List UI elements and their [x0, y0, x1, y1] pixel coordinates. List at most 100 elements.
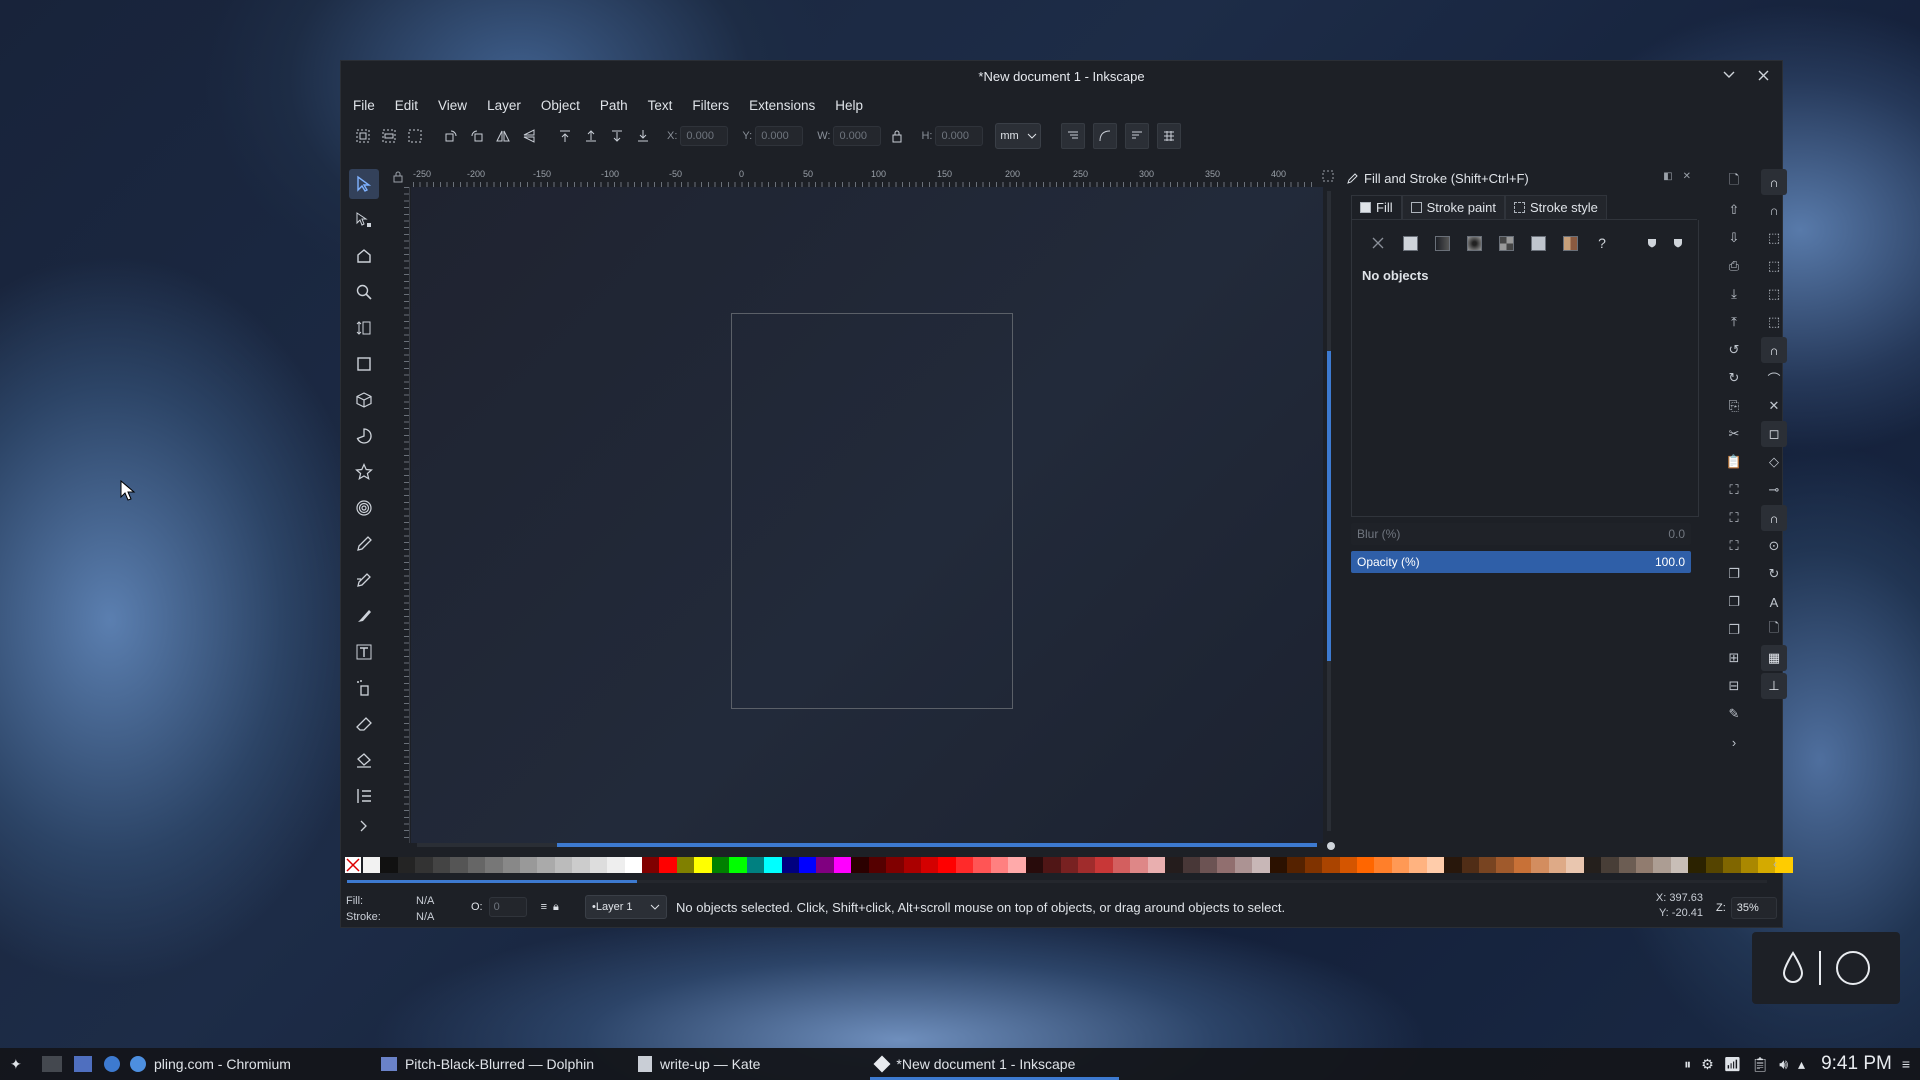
palette-swatch[interactable] [519, 857, 538, 873]
task-chromium[interactable]: pling.com - Chromium [130, 1048, 291, 1080]
flip-vertical-icon[interactable] [519, 126, 539, 146]
palette-swatch[interactable] [1008, 857, 1026, 873]
palette-swatch[interactable] [572, 857, 590, 873]
spray-tool[interactable] [349, 673, 379, 703]
snap-smooth-button[interactable]: ◇ [1761, 449, 1787, 475]
volume-icon[interactable]: 🔊︎ [1779, 1056, 1788, 1073]
measure-tool[interactable] [349, 313, 379, 343]
palette-swatch[interactable] [764, 857, 782, 873]
palette-swatch[interactable] [729, 857, 747, 873]
x-field[interactable]: X: 0.000 [667, 126, 729, 146]
palette-swatch[interactable] [467, 857, 486, 873]
palette-swatch[interactable] [833, 857, 852, 873]
palette-swatch[interactable] [1147, 857, 1166, 873]
edit-button[interactable]: ✎ [1721, 701, 1747, 727]
palette-swatch[interactable] [1269, 857, 1288, 873]
no-paint-button[interactable] [1366, 232, 1390, 254]
open-file-button[interactable]: ⇧ [1721, 197, 1747, 223]
snap-grid-button[interactable]: ▦ [1761, 645, 1787, 671]
eraser-tool[interactable] [349, 709, 379, 739]
palette-swatch[interactable] [711, 857, 730, 873]
snap-page-border-button[interactable]: 🗋 [1761, 617, 1787, 643]
zoom-field[interactable]: Z: 35% [1716, 897, 1777, 919]
palette-swatch[interactable] [1653, 857, 1671, 873]
snap-guide-button[interactable]: ⊥ [1761, 673, 1787, 699]
fill-rule-nonzero-button[interactable] [1666, 232, 1690, 254]
palette-swatch[interactable] [1705, 857, 1724, 873]
palette-swatch[interactable] [1234, 857, 1253, 873]
text-tool[interactable] [349, 637, 379, 667]
swatch-button[interactable] [1558, 232, 1582, 254]
flat-color-button[interactable] [1398, 232, 1422, 254]
palette-swatch[interactable] [432, 857, 451, 873]
palette-swatch[interactable] [1287, 857, 1305, 873]
terminal-launcher-icon[interactable] [42, 1056, 62, 1072]
canvas-corner-indicator[interactable] [1327, 842, 1335, 850]
palette-swatch[interactable] [1077, 857, 1096, 873]
palette-swatch[interactable] [1496, 857, 1514, 873]
browser-launcher-icon[interactable] [104, 1056, 120, 1072]
snap-bbox-corner-button[interactable]: ⬚ [1761, 253, 1787, 279]
panel-header[interactable]: Fill and Stroke (Shift+Ctrl+F) ◧ ✕ [1347, 167, 1699, 189]
selector-tool[interactable] [349, 169, 379, 199]
menu-path[interactable]: Path [600, 98, 628, 113]
y-field[interactable]: Y: 0.000 [742, 126, 804, 146]
scale-corners-button[interactable] [1093, 123, 1118, 149]
palette-swatch[interactable] [1322, 857, 1340, 873]
panel-settings-icon[interactable]: ≡ [1902, 1056, 1910, 1072]
snap-bbox-center-button[interactable]: ⬚ [1761, 309, 1787, 335]
vertical-ruler[interactable] [391, 187, 410, 843]
zoom-fit-icon[interactable] [1321, 169, 1335, 186]
palette-swatch[interactable] [694, 857, 712, 873]
palette-swatch[interactable] [1479, 857, 1497, 873]
print-button[interactable]: ⎙ [1721, 253, 1747, 279]
palette-swatch[interactable] [1217, 857, 1235, 873]
lower-to-bottom-icon[interactable] [633, 126, 653, 146]
palette-swatch[interactable] [1670, 857, 1689, 873]
palette-swatch[interactable] [554, 857, 573, 873]
palette-swatch[interactable] [1740, 857, 1758, 873]
gradient-tool[interactable] [349, 781, 379, 811]
blur-slider[interactable]: Blur (%) 0.0 [1351, 523, 1691, 545]
palette-swatch[interactable] [1775, 857, 1793, 873]
palette-swatch[interactable] [485, 857, 503, 873]
app-launcher-icon[interactable]: ✦ [10, 1056, 30, 1073]
calligraphy-tool[interactable] [349, 601, 379, 631]
palette-swatch[interactable] [1339, 857, 1357, 873]
files-launcher-icon[interactable] [74, 1056, 92, 1072]
pencil-tool[interactable] [349, 529, 379, 559]
snap-midpoint-button[interactable]: ⊸ [1761, 477, 1787, 503]
task-inkscape[interactable]: *New document 1 - Inkscape [870, 1048, 1120, 1080]
palette-swatch[interactable] [1025, 857, 1044, 873]
task-dolphin[interactable]: Pitch-Black-Blurred — Dolphin [380, 1048, 594, 1080]
palette-menu-icon[interactable]: ‹ [1773, 857, 1777, 871]
menu-layer[interactable]: Layer [487, 98, 521, 113]
fill-rule-evenodd-button[interactable] [1640, 232, 1664, 254]
wifi-icon[interactable]: 📶︎ [1724, 1056, 1742, 1073]
palette-swatch[interactable] [415, 857, 433, 873]
current-layer-select[interactable]: •Layer 1 [585, 895, 667, 919]
palette-swatch[interactable] [1531, 857, 1549, 873]
group-button[interactable]: ⊞ [1721, 645, 1747, 671]
palette-swatch[interactable] [1566, 857, 1584, 873]
y-input[interactable]: 0.000 [755, 126, 804, 146]
zoom-drawing-button[interactable]: ⛶ [1721, 505, 1747, 531]
palette-swatch[interactable] [1252, 857, 1270, 873]
palette-swatch[interactable] [1426, 857, 1445, 873]
x-input[interactable]: 0.000 [680, 126, 729, 146]
mesh-gradient-button[interactable] [1494, 232, 1518, 254]
tweak-tool[interactable] [349, 241, 379, 271]
opacity-status-input[interactable]: 0 [488, 897, 527, 917]
spiral-tool[interactable] [349, 493, 379, 523]
drawing-canvas[interactable] [411, 187, 1323, 843]
transform-patterns-button[interactable] [1157, 123, 1182, 149]
scroll-thumb[interactable] [1327, 351, 1331, 661]
menu-object[interactable]: Object [541, 98, 580, 113]
menu-edit[interactable]: Edit [395, 98, 418, 113]
star-tool[interactable] [349, 457, 379, 487]
clone-button[interactable]: ❐ [1721, 589, 1747, 615]
horizontal-scrollbar[interactable] [417, 843, 1317, 847]
palette-swatch[interactable] [624, 857, 642, 873]
raise-icon[interactable] [581, 126, 601, 146]
rotate-ccw-icon[interactable] [441, 126, 461, 146]
